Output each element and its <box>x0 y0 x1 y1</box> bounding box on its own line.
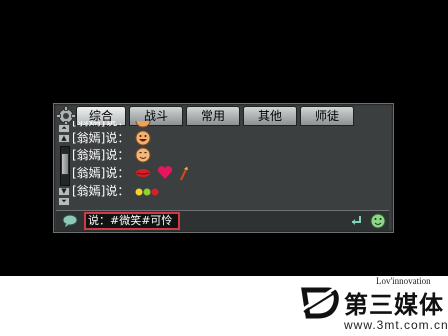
watermark-url: www.3mt.com.cn <box>344 318 448 332</box>
chat-panel: 综合 战斗 常用 其他 师徒 ⏶ ▲ ▼ ⏷ [翁嫣]说： [翁嫣]说： [翁嫣… <box>53 103 394 233</box>
scroll-top-icon[interactable]: ⏶ <box>58 124 70 133</box>
dots-icon <box>135 188 159 195</box>
scroll-down-icon[interactable]: ▼ <box>58 187 70 196</box>
chat-input[interactable]: 说：#微笑#可怜 <box>84 212 180 230</box>
logo-icon <box>301 284 339 319</box>
message-text: [翁嫣]说： <box>72 147 130 162</box>
enter-icon[interactable] <box>349 214 363 228</box>
smile-face-icon <box>135 147 151 162</box>
game-screen: 综合 战斗 常用 其他 师徒 ⏶ ▲ ▼ ⏷ [翁嫣]说： [翁嫣]说： [翁嫣… <box>0 0 448 276</box>
message-text: [翁嫣]说： <box>72 130 130 145</box>
lips-icon <box>136 168 151 177</box>
happy-face-icon <box>135 130 151 145</box>
emoji-picker-icon[interactable] <box>370 213 386 229</box>
watermark-name: 第三媒体 <box>344 291 444 319</box>
scroll-thumb[interactable] <box>61 153 69 175</box>
chat-message: [翁嫣]说： <box>72 145 151 163</box>
chat-input-bar: 说：#微笑#可怜 <box>56 210 389 231</box>
chat-input-value: 说：#微笑#可怜 <box>88 214 173 227</box>
heart-icon <box>157 166 173 179</box>
chat-scrollbar[interactable]: ⏶ ▲ ▼ ⏷ <box>58 124 70 210</box>
chat-message: [翁嫣]说： <box>72 181 163 199</box>
chat-message: [翁嫣]说： <box>72 128 151 146</box>
arrow-icon <box>179 166 188 180</box>
watermark: Lov'innovation 第三媒体 www.3mt.com.cn <box>298 276 448 336</box>
scroll-bottom-icon[interactable]: ⏷ <box>58 197 70 206</box>
face-icon <box>135 121 151 127</box>
scroll-up-icon[interactable]: ▲ <box>58 134 70 143</box>
message-text: [翁嫣]说： <box>72 165 130 180</box>
chat-messages: [翁嫣]说： [翁嫣]说： [翁嫣]说： [翁嫣]说： <box>72 121 382 208</box>
message-text: [翁嫣]说： <box>72 183 130 198</box>
scroll-track[interactable] <box>60 146 70 186</box>
speech-bubble-icon[interactable] <box>62 214 78 228</box>
chat-message: [翁嫣]说： <box>72 163 189 181</box>
